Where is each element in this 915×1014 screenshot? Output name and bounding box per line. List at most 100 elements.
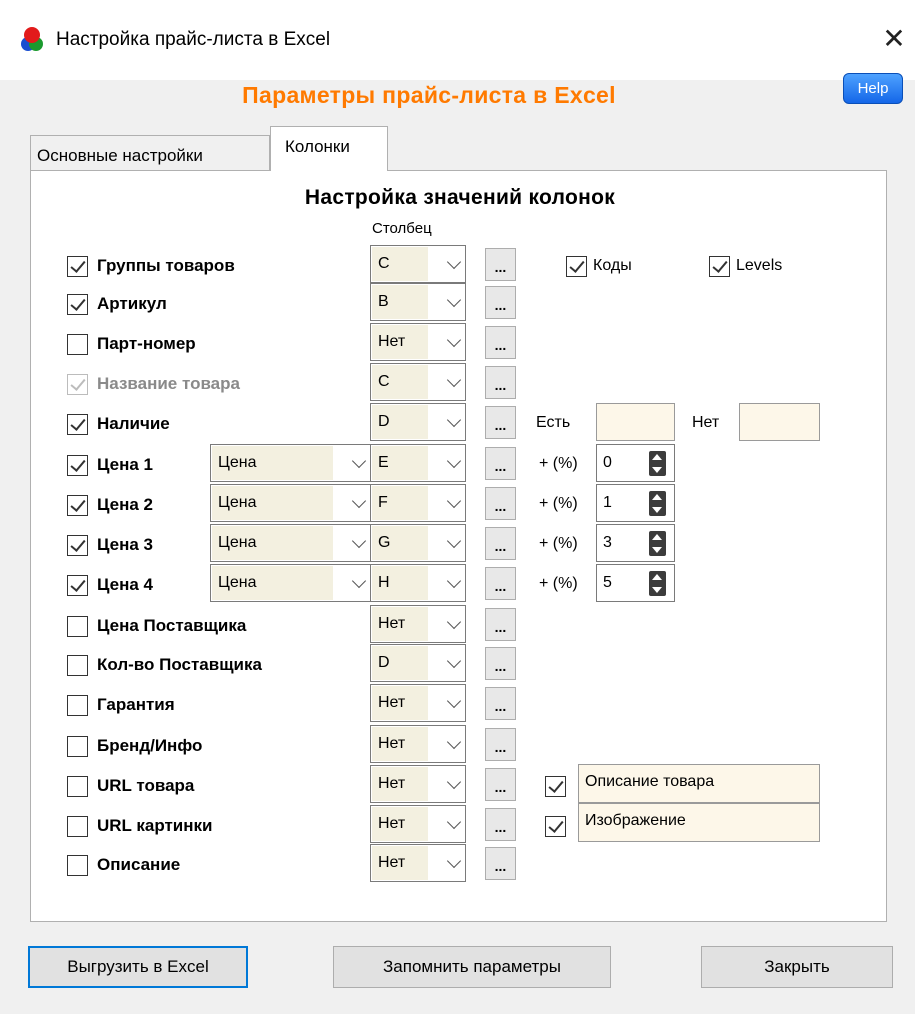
checkbox-price-1[interactable] bbox=[67, 455, 88, 476]
more-button-warranty[interactable]: ... bbox=[485, 687, 516, 720]
more-button-image-url[interactable]: ... bbox=[485, 808, 516, 841]
percent-spinner-2[interactable]: 1 bbox=[596, 484, 675, 522]
window-title: Настройка прайс-листа в Excel bbox=[56, 29, 331, 50]
column-select-article[interactable]: B bbox=[370, 283, 466, 321]
price-type-select-1[interactable]: Цена bbox=[210, 444, 371, 482]
more-button-description[interactable]: ... bbox=[485, 847, 516, 880]
column-value: D bbox=[372, 646, 428, 680]
more-button-product-url[interactable]: ... bbox=[485, 768, 516, 801]
column-value: Нет bbox=[372, 767, 428, 801]
description-link-input[interactable]: Описание товара bbox=[578, 764, 820, 803]
column-value: Нет bbox=[372, 325, 428, 359]
checkbox-description-link[interactable] bbox=[545, 776, 566, 797]
close-button[interactable]: Закрыть bbox=[701, 946, 893, 988]
more-button-price-2[interactable]: ... bbox=[485, 487, 516, 520]
price-type-value: Цена bbox=[212, 526, 333, 560]
more-button-part-number[interactable]: ... bbox=[485, 326, 516, 359]
checkbox-product-groups[interactable] bbox=[67, 256, 88, 277]
percent-spinner-4[interactable]: 5 bbox=[596, 564, 675, 602]
column-select-supplier-price[interactable]: Нет bbox=[370, 605, 466, 643]
spin-up-down-icon[interactable] bbox=[649, 491, 666, 516]
percent-spinner-1[interactable]: 0 bbox=[596, 444, 675, 482]
label-brand-info: Бренд/Инфо bbox=[97, 736, 203, 755]
label-out-of-stock: Нет bbox=[692, 414, 720, 431]
price-type-select-3[interactable]: Цена bbox=[210, 524, 371, 562]
close-window-icon[interactable]: ✕ bbox=[875, 20, 913, 58]
checkbox-brand-info[interactable] bbox=[67, 736, 88, 757]
column-select-supplier-qty[interactable]: D bbox=[370, 644, 466, 682]
label-percent: + (%) bbox=[539, 455, 578, 472]
checkbox-warranty[interactable] bbox=[67, 695, 88, 716]
more-button-price-4[interactable]: ... bbox=[485, 567, 516, 600]
tab-basic-settings[interactable]: Основные настройки bbox=[30, 135, 270, 171]
column-select-product-url[interactable]: Нет bbox=[370, 765, 466, 803]
column-select-price-1[interactable]: E bbox=[370, 444, 466, 482]
checkbox-article[interactable] bbox=[67, 294, 88, 315]
column-select-part-number[interactable]: Нет bbox=[370, 323, 466, 361]
percent-value: 5 bbox=[603, 574, 612, 591]
help-button[interactable]: Help bbox=[843, 73, 903, 104]
checkbox-product-url[interactable] bbox=[67, 776, 88, 797]
column-value: C bbox=[372, 365, 428, 399]
checkbox-availability[interactable] bbox=[67, 414, 88, 435]
checkbox-price-2[interactable] bbox=[67, 495, 88, 516]
column-select-image-url[interactable]: Нет bbox=[370, 805, 466, 843]
tab-columns[interactable]: Колонки bbox=[270, 126, 388, 171]
percent-value: 3 bbox=[603, 534, 612, 551]
chevron-down-icon bbox=[446, 533, 462, 549]
column-select-product-name[interactable]: C bbox=[370, 363, 466, 401]
more-button-price-3[interactable]: ... bbox=[485, 527, 516, 560]
checkbox-image-link[interactable] bbox=[545, 816, 566, 837]
checkbox-supplier-qty[interactable] bbox=[67, 655, 88, 676]
export-to-excel-button[interactable]: Выгрузить в Excel bbox=[28, 946, 248, 988]
column-select-price-4[interactable]: H bbox=[370, 564, 466, 602]
spin-up-down-icon[interactable] bbox=[649, 451, 666, 476]
more-button-article[interactable]: ... bbox=[485, 286, 516, 319]
label-percent: + (%) bbox=[539, 575, 578, 592]
more-button-product-groups[interactable]: ... bbox=[485, 248, 516, 281]
checkbox-description[interactable] bbox=[67, 855, 88, 876]
more-button-supplier-price[interactable]: ... bbox=[485, 608, 516, 641]
column-select-price-3[interactable]: G bbox=[370, 524, 466, 562]
label-price-2: Цена 2 bbox=[97, 495, 153, 514]
checkbox-part-number[interactable] bbox=[67, 334, 88, 355]
column-header: Столбец bbox=[372, 220, 432, 237]
price-type-select-4[interactable]: Цена bbox=[210, 564, 371, 602]
column-select-brand-info[interactable]: Нет bbox=[370, 725, 466, 763]
checkbox-codes[interactable] bbox=[566, 256, 587, 277]
column-value: Нет bbox=[372, 686, 428, 720]
column-select-availability[interactable]: D bbox=[370, 403, 466, 441]
label-article: Артикул bbox=[97, 294, 167, 313]
column-select-product-groups[interactable]: C bbox=[370, 245, 466, 283]
more-button-product-name[interactable]: ... bbox=[485, 366, 516, 399]
spin-up-down-icon[interactable] bbox=[649, 571, 666, 596]
chevron-down-icon bbox=[446, 292, 462, 308]
image-link-input[interactable]: Изображение bbox=[578, 803, 820, 842]
checkbox-price-4[interactable] bbox=[67, 575, 88, 596]
out-of-stock-input[interactable] bbox=[739, 403, 820, 441]
spin-up-down-icon[interactable] bbox=[649, 531, 666, 556]
column-select-description[interactable]: Нет bbox=[370, 844, 466, 882]
checkbox-levels[interactable] bbox=[709, 256, 730, 277]
label-supplier-price: Цена Поставщика bbox=[97, 616, 247, 635]
chevron-down-icon bbox=[446, 573, 462, 589]
column-select-warranty[interactable]: Нет bbox=[370, 684, 466, 722]
more-button-availability[interactable]: ... bbox=[485, 406, 516, 439]
more-button-brand-info[interactable]: ... bbox=[485, 728, 516, 761]
label-warranty: Гарантия bbox=[97, 695, 175, 714]
checkbox-image-url[interactable] bbox=[67, 816, 88, 837]
save-params-button[interactable]: Запомнить параметры bbox=[333, 946, 611, 988]
chevron-down-icon bbox=[351, 453, 367, 469]
checkbox-supplier-price[interactable] bbox=[67, 616, 88, 637]
column-select-price-2[interactable]: F bbox=[370, 484, 466, 522]
more-button-supplier-qty[interactable]: ... bbox=[485, 647, 516, 680]
more-button-price-1[interactable]: ... bbox=[485, 447, 516, 480]
label-image-url: URL картинки bbox=[97, 816, 213, 835]
chevron-down-icon bbox=[446, 774, 462, 790]
percent-value: 0 bbox=[603, 454, 612, 471]
checkbox-price-3[interactable] bbox=[67, 535, 88, 556]
price-type-select-2[interactable]: Цена bbox=[210, 484, 371, 522]
column-value: E bbox=[372, 446, 428, 480]
in-stock-input[interactable] bbox=[596, 403, 675, 441]
percent-spinner-3[interactable]: 3 bbox=[596, 524, 675, 562]
